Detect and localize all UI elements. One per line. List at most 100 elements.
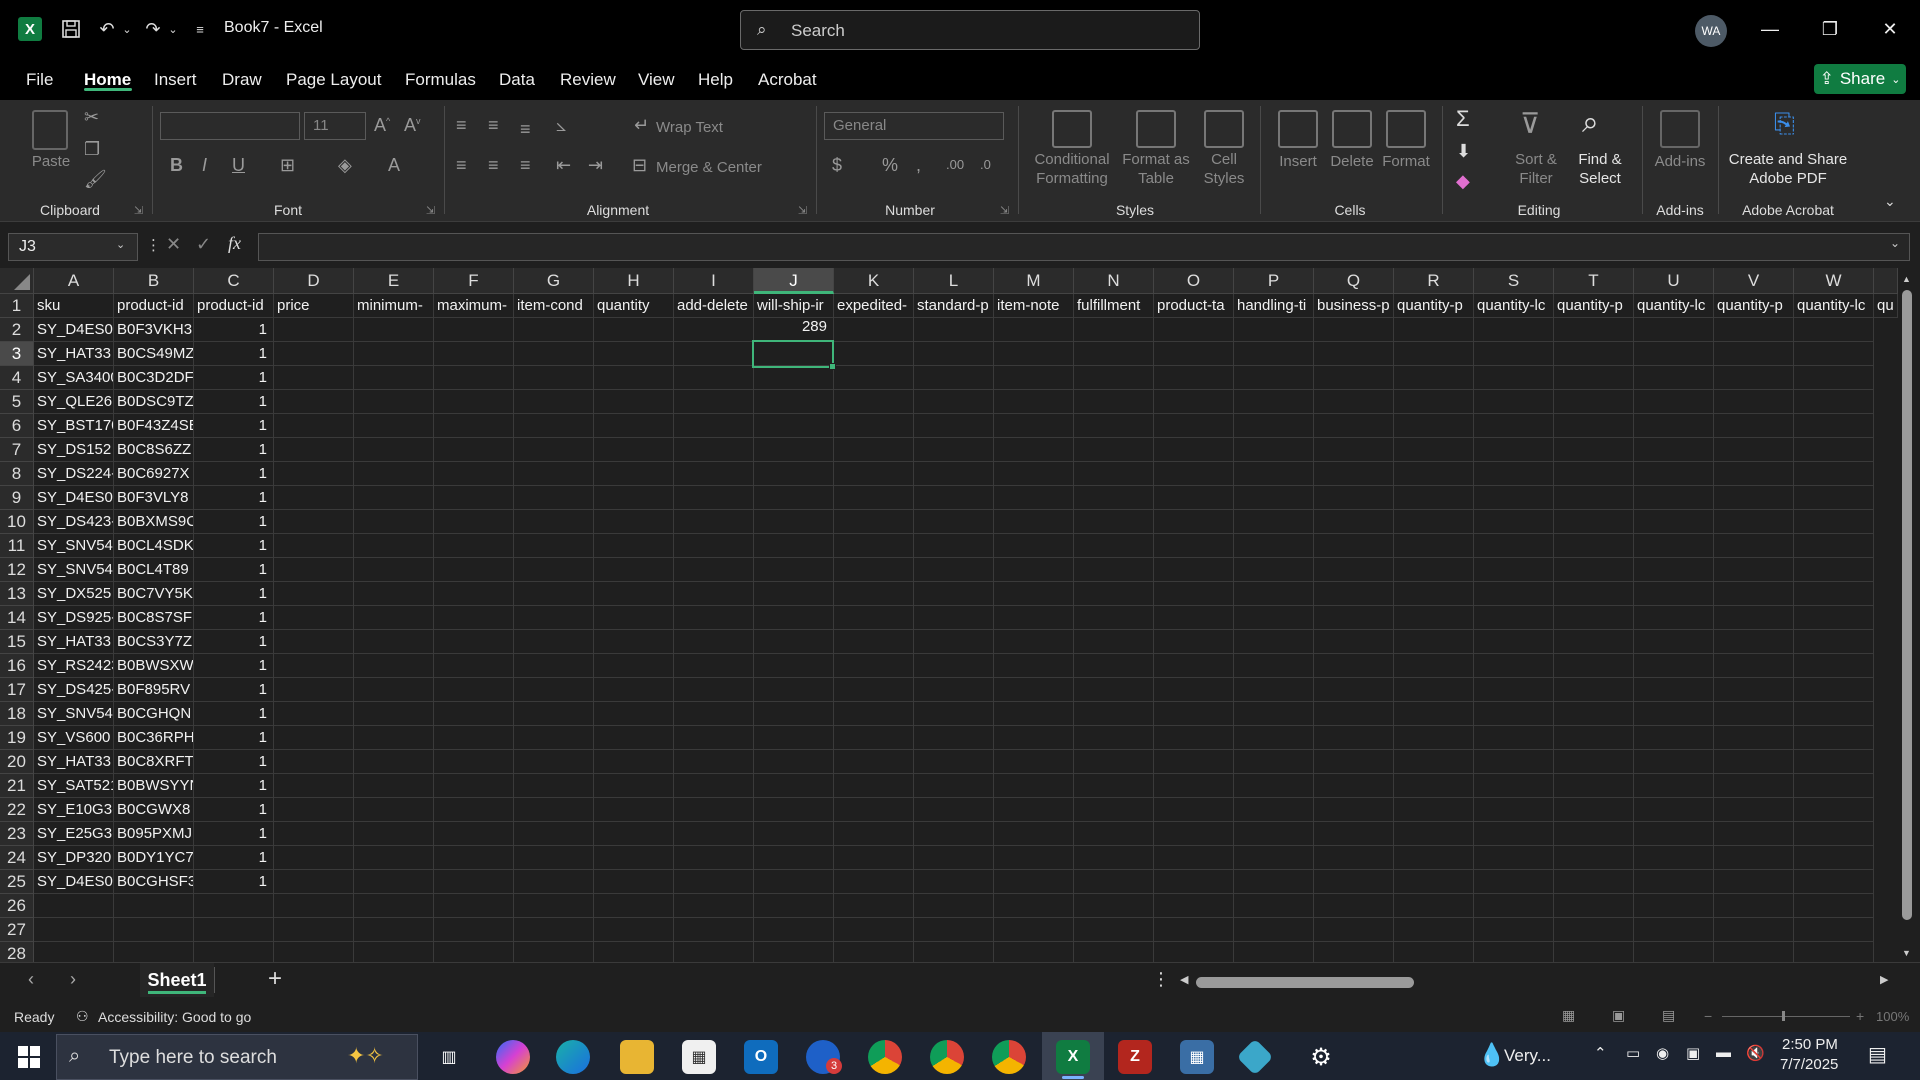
table-cell[interactable] bbox=[34, 918, 114, 942]
table-cell[interactable]: SY_E10G3( bbox=[34, 798, 114, 822]
table-cell[interactable] bbox=[1314, 510, 1394, 534]
table-cell[interactable] bbox=[754, 894, 834, 918]
table-cell[interactable] bbox=[594, 342, 674, 366]
table-cell[interactable] bbox=[1154, 414, 1234, 438]
table-cell[interactable] bbox=[1634, 726, 1714, 750]
scroll-left-icon[interactable]: ◀ bbox=[1180, 973, 1188, 986]
table-cell[interactable] bbox=[1154, 438, 1234, 462]
header-cell-partial[interactable]: qu bbox=[1874, 294, 1898, 318]
table-cell[interactable] bbox=[834, 318, 914, 342]
column-header-n[interactable]: N bbox=[1074, 268, 1154, 294]
table-cell[interactable] bbox=[1634, 678, 1714, 702]
table-cell[interactable] bbox=[1394, 558, 1474, 582]
table-cell[interactable] bbox=[1314, 630, 1394, 654]
table-cell[interactable] bbox=[274, 630, 354, 654]
table-cell[interactable] bbox=[914, 462, 994, 486]
table-cell[interactable] bbox=[1234, 846, 1314, 870]
fill-icon[interactable]: ⬇ bbox=[1456, 142, 1471, 160]
table-cell[interactable] bbox=[1634, 846, 1714, 870]
table-cell[interactable] bbox=[1314, 702, 1394, 726]
table-cell[interactable] bbox=[834, 390, 914, 414]
table-cell[interactable] bbox=[1234, 774, 1314, 798]
table-cell[interactable] bbox=[594, 678, 674, 702]
table-cell[interactable] bbox=[434, 366, 514, 390]
table-cell[interactable] bbox=[1554, 798, 1634, 822]
sheet-options-icon[interactable]: ⋮ bbox=[1152, 969, 1170, 990]
table-cell[interactable] bbox=[1314, 486, 1394, 510]
table-cell[interactable]: B0F3VLY8 bbox=[114, 486, 194, 510]
format-painter-icon[interactable]: 🖌 bbox=[84, 170, 107, 188]
zoom-slider[interactable] bbox=[1722, 1016, 1850, 1017]
table-cell[interactable] bbox=[1554, 462, 1634, 486]
table-cell[interactable]: SY_DS925- bbox=[34, 606, 114, 630]
table-cell[interactable] bbox=[594, 318, 674, 342]
underline-icon[interactable]: U bbox=[232, 156, 245, 174]
table-cell[interactable] bbox=[1714, 774, 1794, 798]
column-header-l[interactable]: L bbox=[914, 268, 994, 294]
table-cell[interactable] bbox=[1234, 918, 1314, 942]
table-cell[interactable] bbox=[1634, 558, 1714, 582]
menu-formulas[interactable]: Formulas bbox=[405, 70, 476, 90]
table-cell[interactable]: SY_HAT33 bbox=[34, 630, 114, 654]
table-cell[interactable] bbox=[1794, 366, 1874, 390]
table-cell[interactable] bbox=[1234, 750, 1314, 774]
table-cell[interactable] bbox=[1714, 414, 1794, 438]
table-cell[interactable] bbox=[594, 510, 674, 534]
table-cell[interactable]: B0C7VY5K bbox=[114, 582, 194, 606]
table-cell[interactable] bbox=[914, 630, 994, 654]
table-cell[interactable] bbox=[1314, 390, 1394, 414]
clock-time[interactable]: 2:50 PM bbox=[1782, 1036, 1838, 1053]
column-header-e[interactable]: E bbox=[354, 268, 434, 294]
table-cell[interactable] bbox=[1634, 486, 1714, 510]
table-cell[interactable] bbox=[274, 894, 354, 918]
row-header[interactable]: 20 bbox=[0, 750, 34, 774]
table-cell[interactable]: B0CGHQN bbox=[114, 702, 194, 726]
prev-sheet-icon[interactable]: ‹ bbox=[28, 969, 34, 990]
table-cell[interactable] bbox=[1074, 894, 1154, 918]
table-cell[interactable] bbox=[1794, 750, 1874, 774]
table-cell[interactable] bbox=[514, 750, 594, 774]
table-cell[interactable] bbox=[1794, 606, 1874, 630]
table-cell[interactable] bbox=[514, 558, 594, 582]
table-cell[interactable] bbox=[1394, 894, 1474, 918]
column-header-h[interactable]: H bbox=[594, 268, 674, 294]
table-cell[interactable] bbox=[274, 750, 354, 774]
table-cell[interactable] bbox=[1714, 750, 1794, 774]
table-cell[interactable] bbox=[514, 414, 594, 438]
table-cell[interactable] bbox=[274, 774, 354, 798]
table-cell[interactable] bbox=[1154, 726, 1234, 750]
table-cell[interactable] bbox=[1634, 942, 1714, 962]
table-cell[interactable] bbox=[434, 678, 514, 702]
table-cell[interactable]: SY_SAT521 bbox=[34, 774, 114, 798]
table-cell[interactable] bbox=[914, 414, 994, 438]
table-cell[interactable] bbox=[834, 534, 914, 558]
row-header[interactable]: 9 bbox=[0, 486, 34, 510]
file-explorer-icon[interactable] bbox=[620, 1040, 654, 1074]
table-cell[interactable]: 1 bbox=[194, 318, 274, 342]
table-cell[interactable] bbox=[194, 918, 274, 942]
table-cell[interactable] bbox=[274, 414, 354, 438]
column-header-k[interactable]: K bbox=[834, 268, 914, 294]
table-cell[interactable] bbox=[1074, 414, 1154, 438]
table-cell[interactable] bbox=[1714, 702, 1794, 726]
table-cell[interactable] bbox=[1794, 558, 1874, 582]
table-cell[interactable] bbox=[1474, 534, 1554, 558]
table-cell[interactable] bbox=[1714, 918, 1794, 942]
menu-review[interactable]: Review bbox=[560, 70, 616, 90]
table-cell[interactable] bbox=[914, 726, 994, 750]
table-cell[interactable] bbox=[1234, 462, 1314, 486]
table-cell[interactable] bbox=[594, 558, 674, 582]
table-cell[interactable] bbox=[994, 774, 1074, 798]
decrease-decimal-icon[interactable]: .0 bbox=[980, 158, 991, 171]
table-cell[interactable] bbox=[1314, 942, 1394, 962]
selected-cell-j3[interactable] bbox=[752, 340, 834, 368]
customize-toolbar-icon[interactable]: ≡ bbox=[190, 16, 210, 42]
table-cell[interactable] bbox=[1714, 942, 1794, 962]
table-cell[interactable] bbox=[754, 486, 834, 510]
percent-icon[interactable]: % bbox=[882, 156, 898, 174]
restore-icon[interactable]: ❐ bbox=[1810, 14, 1850, 44]
table-cell[interactable]: SY_SA3400 bbox=[34, 366, 114, 390]
table-cell[interactable] bbox=[1634, 342, 1714, 366]
table-cell[interactable] bbox=[274, 366, 354, 390]
table-cell[interactable] bbox=[1794, 870, 1874, 894]
